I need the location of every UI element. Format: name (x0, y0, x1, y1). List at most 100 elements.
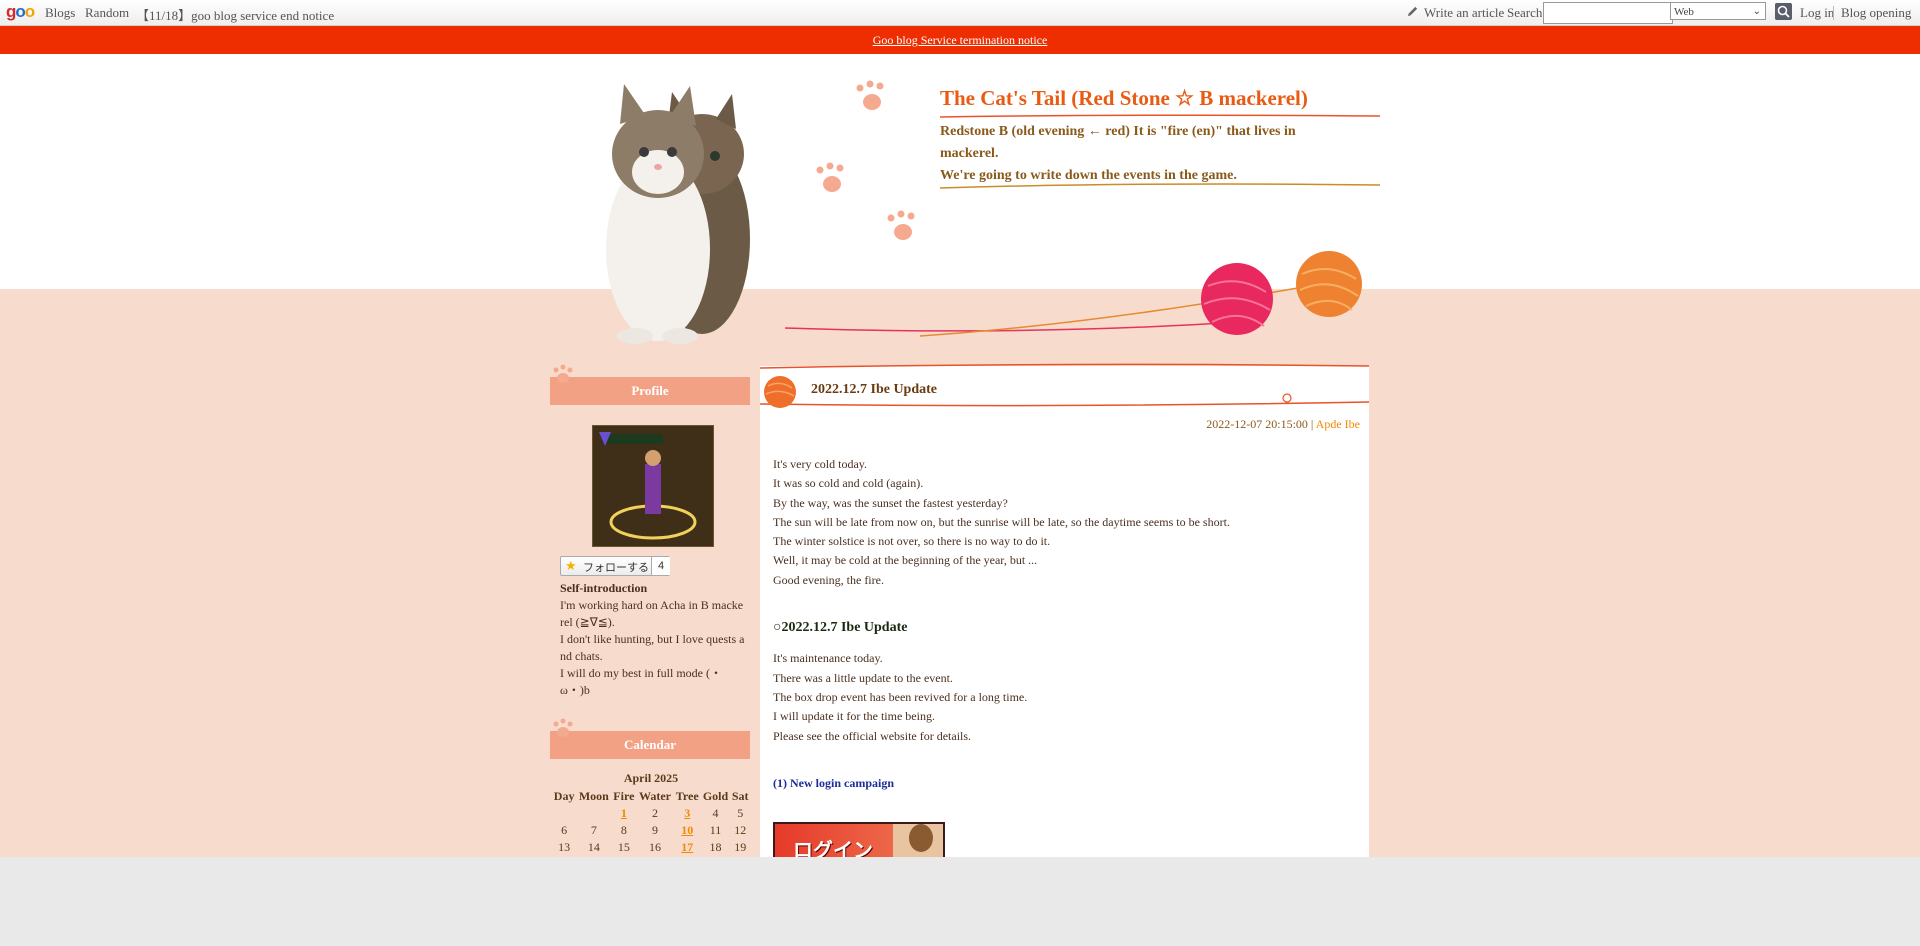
calendar-day[interactable]: 17 (674, 839, 701, 856)
blog-description: Redstone B (old evening ← red) It is "fi… (940, 121, 1340, 187)
entry-line: The sun will be late from now on, but th… (773, 514, 1230, 529)
nav-blogs[interactable]: Blogs (45, 5, 75, 21)
calendar-heading: Calendar (550, 731, 750, 759)
calendar-day[interactable]: 1 (611, 805, 636, 822)
entry-line: Good evening, the fire. (773, 572, 884, 587)
calendar-weekday: Day (553, 789, 575, 803)
search-label: Search (1507, 5, 1543, 20)
entry-section-heading: ○2022.12.7 Ibe Update (773, 620, 908, 636)
entry-paragraph: It's very cold today. It was so cold and … (773, 455, 1353, 590)
entry-meta: 2022-12-07 20:15:00 | Apde Ibe (1000, 417, 1360, 432)
entry-line: It was so cold and cold (again). (773, 476, 924, 491)
search-scope-select[interactable]: Web ⌄ (1670, 2, 1766, 20)
divider (1833, 6, 1834, 20)
calendar-day: 16 (649, 840, 662, 854)
entry-line: There was a little update to the event. (773, 670, 953, 685)
calendar-week: 13 14 15 16 17 18 19 (552, 839, 750, 856)
calendar-table: Day Moon Fire Water Tree Gold Sat 1 2 3 4 5 6 7 8 9 10 1… (552, 788, 750, 856)
blog-title[interactable]: The Cat's Tail (Red Stone ☆ B mackerel) (940, 86, 1308, 111)
write-article-link[interactable]: Write an article (1424, 5, 1504, 21)
calendar-day[interactable]: 10 (674, 822, 701, 839)
profile-avatar[interactable] (592, 425, 714, 547)
calendar-month: April 2025 (623, 771, 679, 785)
calendar-day: 15 (617, 840, 630, 854)
entry-line: Well, it may be cold at the beginning of… (773, 553, 1038, 568)
calendar-weekday: Tree (675, 789, 699, 803)
calendar-week: 6 7 8 9 10 11 12 (552, 822, 750, 839)
blog-opening-link[interactable]: Blog opening (1841, 5, 1911, 21)
calendar-day (576, 805, 611, 822)
entry-line: Please see the official website for deta… (773, 728, 972, 743)
calendar-day: 2 (652, 806, 659, 820)
calendar-day: 12 (734, 823, 747, 837)
follow-button[interactable]: ★ フォローする 4 (560, 556, 670, 576)
entry-paragraph: It's maintenance today. There was a littl… (773, 649, 1353, 745)
self-intro-line: I will do my best in full mode (・ω・)b (560, 666, 722, 697)
calendar-weekday: Water (639, 789, 672, 803)
bottom-gray-area (0, 857, 1920, 946)
search-input[interactable] (1543, 2, 1673, 24)
follower-count: 4 (651, 557, 670, 575)
calendar-day: 14 (587, 840, 600, 854)
calendar-day: 8 (620, 823, 627, 837)
follow-label: フォローする (583, 562, 649, 574)
calendar-day: 4 (712, 806, 719, 820)
blog-description-line: We're going to write down the events in … (940, 168, 1237, 183)
self-intro-line: I don't like hunting, but I love quests … (560, 632, 745, 663)
entry-date: 2022-12-07 20:15:00 (1206, 417, 1308, 431)
pencil-icon[interactable] (1406, 5, 1419, 18)
calendar-weekday: Fire (613, 789, 635, 803)
banner-portrait (893, 824, 943, 859)
entry-line: The box drop event has been revived for … (773, 689, 1028, 704)
search-icon[interactable] (1775, 3, 1792, 20)
entry-line: It's very cold today. (773, 457, 868, 471)
calendar-day: 13 (558, 840, 571, 854)
calendar-day (552, 805, 576, 822)
self-intro-title: Self-introduction (560, 581, 648, 595)
self-intro-line: I'm working hard on Acha in B macke rel … (560, 598, 744, 629)
calendar-day: 11 (709, 823, 722, 837)
entry-body: It's very cold today. It was so cold and … (773, 455, 1353, 793)
calendar-weekday: Moon (578, 789, 609, 803)
calendar-day: 6 (561, 823, 568, 837)
meta-separator: | (1307, 417, 1316, 431)
calendar-day[interactable]: 3 (674, 805, 701, 822)
paw-print-icon (553, 718, 573, 737)
goo-logo[interactable]: goo (6, 2, 35, 22)
calendar-day: 9 (652, 823, 659, 837)
paw-print-icon (553, 364, 573, 383)
calendar-week: 1 2 34 5 (552, 805, 750, 822)
login-link[interactable]: Log in (1800, 5, 1834, 21)
game-character-image (593, 426, 713, 546)
entry-line: The winter solstice is not over, so ther… (773, 534, 1051, 549)
entry-line: I will update it for the time being. (773, 709, 935, 724)
entry-subheading: (1) New login campaign (773, 775, 894, 790)
termination-notice-bar: Goo blog Service termination notice (0, 26, 1920, 54)
profile-heading: Profile (550, 377, 750, 405)
search-scope-value: Web (1674, 6, 1694, 18)
calendar-day: 18 (709, 840, 722, 854)
yarn-ball-icon (1201, 251, 1362, 335)
calendar-weekday: Gold (702, 789, 729, 803)
entry-author-link[interactable]: Apde Ibe (1316, 417, 1360, 431)
calendar-day: 19 (734, 840, 747, 854)
kitten-illustration (606, 84, 750, 344)
termination-notice-link[interactable]: Goo blog Service termination notice (873, 33, 1048, 47)
calendar-day: 7 (590, 823, 597, 837)
star-icon: ★ (565, 558, 577, 573)
yarn-ball-icon (764, 376, 796, 408)
self-introduction: Self-introduction I'm working hard on Ac… (560, 580, 746, 699)
nav-random[interactable]: Random (85, 5, 129, 21)
login-campaign-banner[interactable]: ログイン (773, 822, 945, 861)
entry-line: It's maintenance today. (773, 651, 883, 666)
blog-description-line: Redstone B (old evening ← red) It is "fi… (940, 124, 1296, 161)
top-toolbar: goo Blogs Random 【11/18】goo blog service… (0, 0, 1920, 26)
service-end-notice-link[interactable]: 【11/18】goo blog service end notice (136, 5, 334, 24)
paw-print-icon (816, 80, 915, 240)
calendar-weekday: Sat (731, 789, 749, 803)
calendar-day: 5 (737, 806, 744, 820)
calendar: April 2025 Day Moon Fire Water Tree Gold Sat 1… (552, 771, 750, 856)
entry-title[interactable]: 2022.12.7 Ibe Update (811, 382, 937, 398)
entry-line: By the way, was the sunset the fastest y… (773, 495, 1008, 510)
chevron-down-icon: ⌄ (1752, 6, 1761, 17)
